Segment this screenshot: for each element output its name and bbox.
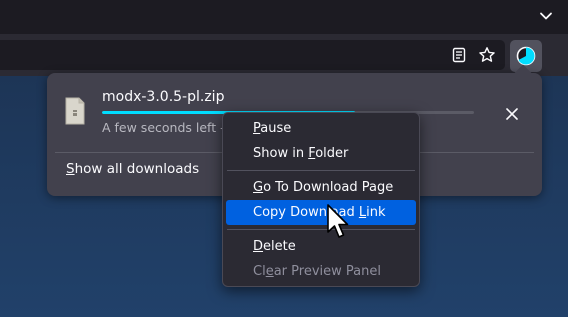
menu-item-delete[interactable]: Delete — [226, 234, 416, 259]
star-icon — [479, 47, 495, 62]
download-status: A few seconds left - — [102, 120, 225, 135]
navigation-toolbar — [0, 34, 568, 76]
reader-view-button[interactable] — [448, 44, 470, 66]
bookmark-button[interactable] — [476, 44, 498, 66]
close-icon — [506, 108, 518, 120]
menu-separator — [227, 170, 415, 171]
download-file-name: modx-3.0.5-pl.zip — [102, 89, 225, 105]
download-context-menu: Pause Show in Folder Go To Download Page… — [222, 112, 420, 287]
tab-list-button[interactable] — [534, 5, 558, 27]
menu-item-clear-preview-panel[interactable]: Clear Preview Panel — [226, 259, 416, 284]
download-progress-icon — [516, 46, 536, 66]
menu-item-copy-download-link[interactable]: Copy Download Link — [226, 200, 416, 225]
menu-item-pause[interactable]: Pause — [226, 116, 416, 141]
menu-separator — [227, 229, 415, 230]
cancel-download-button[interactable] — [500, 102, 524, 126]
mouse-cursor-icon — [327, 204, 349, 238]
menu-item-show-in-folder[interactable]: Show in Folder — [226, 141, 416, 166]
reader-view-icon — [452, 47, 466, 63]
url-bar[interactable] — [0, 40, 505, 70]
show-all-downloads-button[interactable]: Show all downloads — [66, 161, 199, 177]
zip-file-icon — [65, 97, 85, 125]
chevron-down-icon — [540, 12, 552, 20]
tab-strip — [0, 0, 568, 34]
menu-item-go-to-download-page[interactable]: Go To Download Page — [226, 175, 416, 200]
